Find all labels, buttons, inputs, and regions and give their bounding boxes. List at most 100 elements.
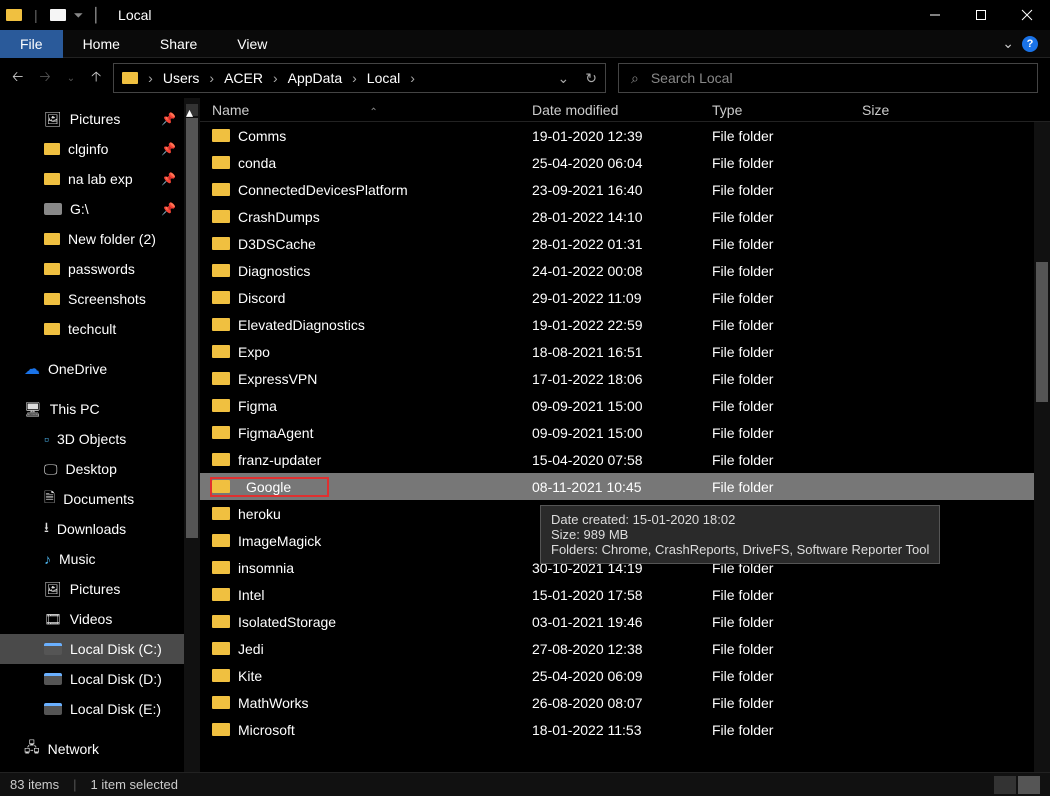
file-name: Jedi bbox=[238, 641, 264, 657]
table-row[interactable]: Expo18-08-2021 16:51File folder bbox=[200, 338, 1050, 365]
pin-icon: 📌 bbox=[161, 172, 176, 186]
file-type: File folder bbox=[712, 128, 862, 144]
breadcrumb[interactable]: Users bbox=[163, 70, 220, 86]
table-row[interactable]: MathWorks26-08-2020 08:07File folder bbox=[200, 689, 1050, 716]
breadcrumb[interactable]: Local bbox=[367, 70, 421, 86]
file-name: insomnia bbox=[238, 560, 294, 576]
sidebar-item-clginfo[interactable]: clginfo📌 bbox=[0, 134, 200, 164]
table-row[interactable]: Microsoft18-01-2022 11:53File folder bbox=[200, 716, 1050, 743]
sidebar-item-3dobjects[interactable]: ▫3D Objects bbox=[0, 424, 200, 454]
chevron-down-icon[interactable]: ⏷ bbox=[74, 8, 84, 23]
file-type: File folder bbox=[712, 182, 862, 198]
table-row[interactable]: Intel15-01-2020 17:58File folder bbox=[200, 581, 1050, 608]
breadcrumb[interactable]: AppData bbox=[288, 70, 363, 86]
maximize-button[interactable] bbox=[958, 0, 1004, 30]
sidebar-item-screenshots[interactable]: Screenshots bbox=[0, 284, 200, 314]
table-row[interactable]: Kite25-04-2020 06:09File folder bbox=[200, 662, 1050, 689]
breadcrumb[interactable]: ACER bbox=[224, 70, 284, 86]
up-button[interactable]: 🡡 bbox=[91, 66, 101, 90]
refresh-icon[interactable]: ↻ bbox=[585, 70, 597, 87]
table-row[interactable]: Comms19-01-2020 12:39File folder bbox=[200, 122, 1050, 149]
share-tab[interactable]: Share bbox=[140, 30, 217, 58]
disk-icon bbox=[44, 673, 62, 685]
file-type: File folder bbox=[712, 236, 862, 252]
folder-icon bbox=[44, 143, 60, 155]
videos-icon: 🎞 bbox=[44, 611, 62, 628]
view-tab[interactable]: View bbox=[217, 30, 287, 58]
sidebar-item-gdrive[interactable]: G:\📌 bbox=[0, 194, 200, 224]
table-row[interactable]: D3DSCache28-01-2022 01:31File folder bbox=[200, 230, 1050, 257]
table-row[interactable]: ExpressVPN17-01-2022 18:06File folder bbox=[200, 365, 1050, 392]
table-row[interactable]: ElevatedDiagnostics19-01-2022 22:59File … bbox=[200, 311, 1050, 338]
sidebar-item-music[interactable]: ♪Music bbox=[0, 544, 200, 574]
folder-icon bbox=[212, 345, 230, 358]
folder-icon bbox=[212, 480, 230, 493]
table-row[interactable]: Jedi27-08-2020 12:38File folder bbox=[200, 635, 1050, 662]
column-headers[interactable]: Name⌃ Date modified Type Size bbox=[200, 98, 1050, 122]
home-tab[interactable]: Home bbox=[63, 30, 140, 58]
toolbar: 🡠 🡢 ⌄ 🡡 Users ACER AppData Local ⌄ ↻ ⌕ S… bbox=[0, 58, 1050, 98]
sidebar-item-videos[interactable]: 🎞Videos bbox=[0, 604, 200, 634]
sidebar-item-diskd[interactable]: Local Disk (D:) bbox=[0, 664, 200, 694]
sidebar-item-desktop[interactable]: 🖵Desktop bbox=[0, 454, 200, 484]
sidebar-item-nalab[interactable]: na lab exp📌 bbox=[0, 164, 200, 194]
table-row[interactable]: IsolatedStorage03-01-2021 19:46File fold… bbox=[200, 608, 1050, 635]
sidebar-item-techcult[interactable]: techcult bbox=[0, 314, 200, 344]
search-input[interactable]: ⌕ Search Local bbox=[618, 63, 1038, 93]
table-row[interactable]: FigmaAgent09-09-2021 15:00File folder bbox=[200, 419, 1050, 446]
file-name: MathWorks bbox=[238, 695, 309, 711]
downloads-icon: ⭳ bbox=[44, 517, 49, 541]
details-view-button[interactable] bbox=[994, 776, 1016, 794]
folder-icon bbox=[212, 453, 230, 466]
table-row[interactable]: Discord29-01-2022 11:09File folder bbox=[200, 284, 1050, 311]
table-row[interactable]: CrashDumps28-01-2022 14:10File folder bbox=[200, 203, 1050, 230]
file-date: 19-01-2020 12:39 bbox=[532, 128, 712, 144]
minimize-button[interactable] bbox=[912, 0, 958, 30]
close-button[interactable] bbox=[1004, 0, 1050, 30]
titlebar: | ⏷ ▏ Local bbox=[0, 0, 1050, 30]
sidebar[interactable]: 🖼Pictures📌 clginfo📌 na lab exp📌 G:\📌 New… bbox=[0, 98, 200, 772]
file-date: 17-01-2022 18:06 bbox=[532, 371, 712, 387]
scrollbar[interactable]: ▴ bbox=[184, 98, 200, 772]
file-name: Figma bbox=[238, 398, 277, 414]
chevron-down-icon[interactable]: ⌄ bbox=[1002, 35, 1014, 52]
disk-icon bbox=[44, 643, 62, 655]
sidebar-item-pictures2[interactable]: 🖼Pictures bbox=[0, 574, 200, 604]
sidebar-item-documents[interactable]: 🗎Documents bbox=[0, 484, 200, 514]
sidebar-item-thispc[interactable]: 🖥This PC bbox=[0, 394, 200, 424]
help-icon[interactable]: ? bbox=[1022, 36, 1038, 52]
table-row[interactable]: ConnectedDevicesPlatform23-09-2021 16:40… bbox=[200, 176, 1050, 203]
sidebar-item-network[interactable]: 🖧Network bbox=[0, 734, 200, 764]
sidebar-item-pictures[interactable]: 🖼Pictures📌 bbox=[0, 104, 200, 134]
table-row[interactable]: Figma09-09-2021 15:00File folder bbox=[200, 392, 1050, 419]
file-date: 09-09-2021 15:00 bbox=[532, 425, 712, 441]
back-button[interactable]: 🡠 bbox=[12, 66, 23, 90]
address-bar[interactable]: Users ACER AppData Local ⌄ ↻ bbox=[113, 63, 606, 93]
icons-view-button[interactable] bbox=[1018, 776, 1040, 794]
file-tab[interactable]: File bbox=[0, 30, 63, 58]
sidebar-item-onedrive[interactable]: ☁OneDrive bbox=[0, 354, 200, 384]
sidebar-item-diske[interactable]: Local Disk (E:) bbox=[0, 694, 200, 724]
pin-icon: 📌 bbox=[161, 142, 176, 156]
sidebar-item-diskc[interactable]: Local Disk (C:) bbox=[0, 634, 200, 664]
forward-button[interactable]: 🡢 bbox=[39, 66, 50, 90]
sidebar-item-newfolder[interactable]: New folder (2) bbox=[0, 224, 200, 254]
sidebar-item-passwords[interactable]: passwords bbox=[0, 254, 200, 284]
table-row[interactable]: franz-updater15-04-2020 07:58File folder bbox=[200, 446, 1050, 473]
scrollbar[interactable] bbox=[1034, 122, 1050, 772]
sidebar-item-downloads[interactable]: ⭳Downloads bbox=[0, 514, 200, 544]
recent-dropdown[interactable]: ⌄ bbox=[67, 73, 75, 84]
file-date: 15-04-2020 07:58 bbox=[532, 452, 712, 468]
table-row[interactable]: Google08-11-2021 10:45File folder bbox=[200, 473, 1050, 500]
file-type: File folder bbox=[712, 452, 862, 468]
col-type[interactable]: Type bbox=[712, 102, 862, 118]
file-date: 24-01-2022 00:08 bbox=[532, 263, 712, 279]
table-row[interactable]: conda25-04-2020 06:04File folder bbox=[200, 149, 1050, 176]
col-date[interactable]: Date modified bbox=[532, 102, 712, 118]
table-row[interactable]: Diagnostics24-01-2022 00:08File folder bbox=[200, 257, 1050, 284]
col-name[interactable]: Name bbox=[212, 102, 249, 118]
new-folder-icon[interactable] bbox=[50, 9, 66, 21]
file-list[interactable]: Comms19-01-2020 12:39File folderconda25-… bbox=[200, 122, 1050, 772]
col-size[interactable]: Size bbox=[862, 102, 1050, 118]
dropdown-icon[interactable]: ⌄ bbox=[558, 70, 570, 87]
